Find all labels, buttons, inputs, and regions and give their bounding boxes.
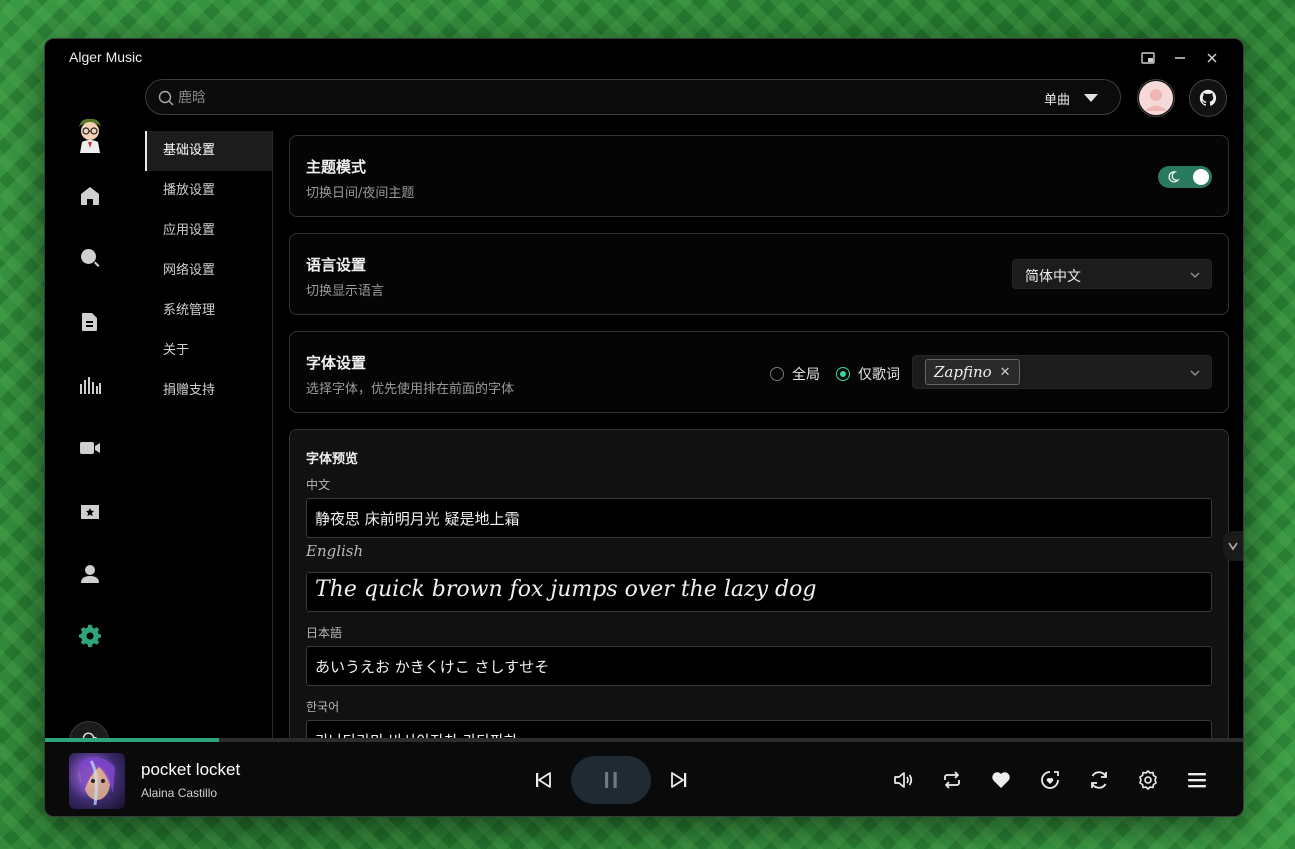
theme-title: 主题模式 bbox=[306, 158, 367, 176]
avatar bbox=[1139, 81, 1173, 115]
language-card: 语言设置 切换显示语言 简体中文 bbox=[289, 233, 1229, 315]
title-bar: Alger Music bbox=[45, 39, 1243, 77]
song-title[interactable]: pocket locket bbox=[141, 760, 240, 780]
github-icon bbox=[1199, 89, 1217, 106]
close-icon[interactable] bbox=[1201, 47, 1223, 69]
settings-nav-playback[interactable]: 播放设置 bbox=[145, 171, 272, 211]
song-artist[interactable]: Alaina Castillo bbox=[141, 786, 217, 800]
nav-rail bbox=[45, 77, 145, 761]
search-icon bbox=[158, 90, 174, 106]
font-scope-radios: 全局 仅歌词 bbox=[770, 364, 900, 384]
preview-label-zh: 中文 bbox=[306, 478, 331, 492]
theme-card: 主题模式 切换日间/夜间主题 bbox=[289, 135, 1229, 217]
radio-global[interactable] bbox=[770, 367, 784, 381]
preview-label-ja: 日本語 bbox=[306, 626, 343, 640]
caret-down-icon[interactable] bbox=[1084, 94, 1098, 102]
home-icon[interactable] bbox=[77, 183, 103, 209]
app-window: Alger Music 鹿晗 单曲 基础设置 播放设置 应用设置 网络设置 系统… bbox=[44, 38, 1244, 817]
settings-nav-basic[interactable]: 基础设置 bbox=[145, 131, 272, 171]
preview-text-ja: あいうえお かきくけこ さしすせそ bbox=[315, 658, 550, 676]
refresh-icon[interactable] bbox=[1087, 768, 1111, 792]
preview-text-en: The quick brown fox jumps over the lazy … bbox=[315, 577, 817, 602]
radio-lyrics[interactable] bbox=[836, 367, 850, 381]
font-desc: 选择字体，优先使用排在前面的字体 bbox=[306, 382, 515, 397]
menu-icon[interactable] bbox=[1185, 768, 1209, 792]
settings-nav-network[interactable]: 网络设置 bbox=[145, 251, 272, 291]
close-icon[interactable]: ✕ bbox=[1000, 365, 1011, 380]
settings-nav-about[interactable]: 关于 bbox=[145, 331, 272, 371]
settings-nav-app[interactable]: 应用设置 bbox=[145, 211, 272, 251]
language-title: 语言设置 bbox=[306, 256, 367, 274]
preview-box-ko: 가나다라마 바사아자차 카타파하 bbox=[306, 720, 1212, 739]
radio-lyrics-label[interactable]: 仅歌词 bbox=[858, 364, 900, 384]
font-title: 字体设置 bbox=[306, 354, 367, 372]
language-select[interactable]: 简体中文 bbox=[1012, 259, 1212, 289]
app-title: Alger Music bbox=[69, 49, 143, 65]
side-panel-handle[interactable] bbox=[1223, 531, 1243, 561]
player-settings-icon[interactable] bbox=[1136, 768, 1160, 792]
mini-player-icon[interactable] bbox=[1137, 47, 1159, 69]
preview-box-en: The quick brown fox jumps over the lazy … bbox=[306, 572, 1212, 612]
chevron-down-icon bbox=[1190, 272, 1200, 278]
chevron-down-icon bbox=[1190, 370, 1200, 376]
github-button[interactable] bbox=[1189, 79, 1227, 117]
preview-text-zh: 静夜思 床前明月光 疑是地上霜 bbox=[315, 510, 520, 528]
preview-box-zh: 静夜思 床前明月光 疑是地上霜 bbox=[306, 498, 1212, 538]
pause-icon bbox=[605, 772, 617, 788]
video-camera-icon[interactable] bbox=[77, 435, 103, 461]
pause-button[interactable] bbox=[571, 756, 651, 804]
heart-icon[interactable] bbox=[989, 768, 1013, 792]
radio-global-label[interactable]: 全局 bbox=[792, 364, 820, 384]
settings-content: 主题模式 切换日间/夜间主题 语言设置 切换显示语言 简体中文 字体设置 选择字… bbox=[289, 135, 1229, 739]
theme-desc: 切换日间/夜间主题 bbox=[306, 186, 415, 201]
user-avatar-button[interactable] bbox=[1137, 79, 1175, 117]
moon-icon bbox=[1168, 171, 1180, 183]
volume-icon[interactable] bbox=[891, 768, 915, 792]
font-select[interactable]: Zapfino ✕ bbox=[912, 355, 1212, 389]
preview-box-ja: あいうえお かきくけこ さしすせそ bbox=[306, 646, 1212, 686]
chevron-down-icon bbox=[1228, 542, 1238, 551]
preview-title: 字体预览 bbox=[306, 452, 359, 467]
search-input[interactable] bbox=[178, 86, 998, 110]
search-bar: 单曲 bbox=[145, 79, 1121, 115]
theme-toggle[interactable] bbox=[1158, 166, 1212, 188]
language-desc: 切换显示语言 bbox=[306, 284, 385, 299]
album-art[interactable] bbox=[69, 753, 125, 809]
font-card: 字体设置 选择字体，优先使用排在前面的字体 全局 仅歌词 Zapfino ✕ bbox=[289, 331, 1229, 413]
heart-mode-icon[interactable] bbox=[1038, 768, 1062, 792]
preview-label-en: English bbox=[306, 542, 364, 560]
font-preview-card: 字体预览 中文 静夜思 床前明月光 疑是地上霜 English The quic… bbox=[289, 429, 1229, 739]
toggle-knob bbox=[1193, 169, 1209, 185]
next-icon[interactable] bbox=[667, 768, 691, 792]
minimize-icon[interactable] bbox=[1169, 47, 1191, 69]
settings-gear-icon[interactable] bbox=[77, 623, 103, 649]
settings-sidebar: 基础设置 播放设置 应用设置 网络设置 系统管理 关于 捐赠支持 bbox=[145, 131, 273, 741]
font-tag-label: Zapfino bbox=[934, 363, 992, 381]
chart-bars-icon[interactable] bbox=[77, 373, 103, 399]
app-logo-avatar[interactable] bbox=[77, 117, 103, 153]
settings-nav-donate[interactable]: 捐赠支持 bbox=[145, 371, 272, 411]
settings-nav-system[interactable]: 系统管理 bbox=[145, 291, 272, 331]
search-type-select[interactable]: 单曲 bbox=[1044, 89, 1070, 108]
repeat-icon[interactable] bbox=[940, 768, 964, 792]
favorite-box-icon[interactable] bbox=[77, 499, 103, 525]
player-bar: pocket locket Alaina Castillo bbox=[45, 742, 1243, 816]
user-icon[interactable] bbox=[77, 561, 103, 587]
font-tag: Zapfino ✕ bbox=[925, 359, 1020, 385]
playlist-doc-icon[interactable] bbox=[77, 309, 103, 335]
language-select-value: 简体中文 bbox=[1025, 269, 1081, 285]
preview-label-ko: 한국어 bbox=[306, 700, 340, 714]
search-nav-icon[interactable] bbox=[77, 245, 103, 271]
previous-icon[interactable] bbox=[531, 768, 555, 792]
